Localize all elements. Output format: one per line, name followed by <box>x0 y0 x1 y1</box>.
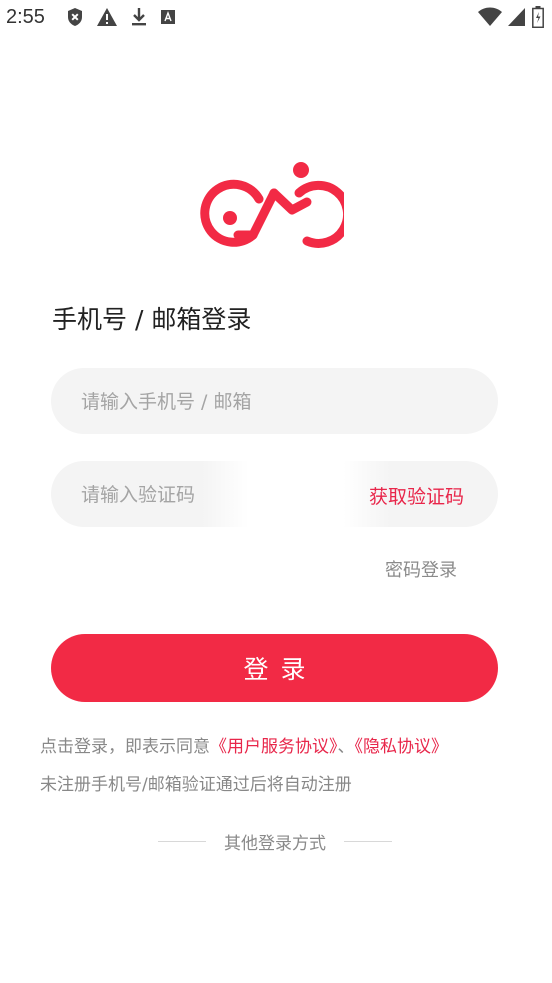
status-time: 2:55 <box>6 6 45 28</box>
get-code-button[interactable]: 获取验证码 <box>369 482 464 509</box>
agreement-text: 点击登录，即表示同意《用户服务协议》、《隐私协议》 未注册手机号/邮箱验证通过后… <box>40 728 520 804</box>
signal-icon <box>508 8 525 26</box>
agreement-separator: 、 <box>337 737 355 757</box>
font-icon <box>161 10 175 24</box>
password-login-link[interactable]: 密码登录 <box>385 556 457 582</box>
phone-email-field[interactable] <box>51 368 498 436</box>
verification-code-input[interactable] <box>79 461 208 529</box>
bicycle-logo-icon <box>200 162 344 248</box>
download-icon <box>132 8 146 26</box>
warning-icon <box>97 8 117 26</box>
divider-line-right <box>344 840 392 842</box>
code-field[interactable]: 获取验证码 <box>51 461 498 529</box>
login-button[interactable]: 登录 <box>51 634 498 702</box>
status-system-icons <box>478 6 544 28</box>
wifi-icon <box>478 7 502 26</box>
field-fade-overlay <box>201 461 391 527</box>
user-service-agreement-link[interactable]: 《用户服务协议》 <box>210 737 338 757</box>
status-bar: 2:55 <box>0 0 552 36</box>
other-login-label: 其他登录方式 <box>224 833 326 854</box>
privacy-agreement-link[interactable]: 《隐私协议》 <box>355 737 449 757</box>
other-login-divider: 其他登录方式 <box>158 826 392 856</box>
page-title: 手机号 / 邮箱登录 <box>52 305 252 334</box>
agreement-prefix: 点击登录，即表示同意 <box>40 737 210 757</box>
battery-icon <box>532 6 544 28</box>
status-notification-icons <box>66 6 176 28</box>
divider-line-left <box>158 840 206 842</box>
phone-email-input[interactable] <box>79 368 473 436</box>
auto-register-note: 未注册手机号/邮箱验证通过后将自动注册 <box>40 775 352 795</box>
agreement-line: 点击登录，即表示同意《用户服务协议》、《隐私协议》 <box>40 728 520 766</box>
shield-x-icon <box>68 8 82 26</box>
